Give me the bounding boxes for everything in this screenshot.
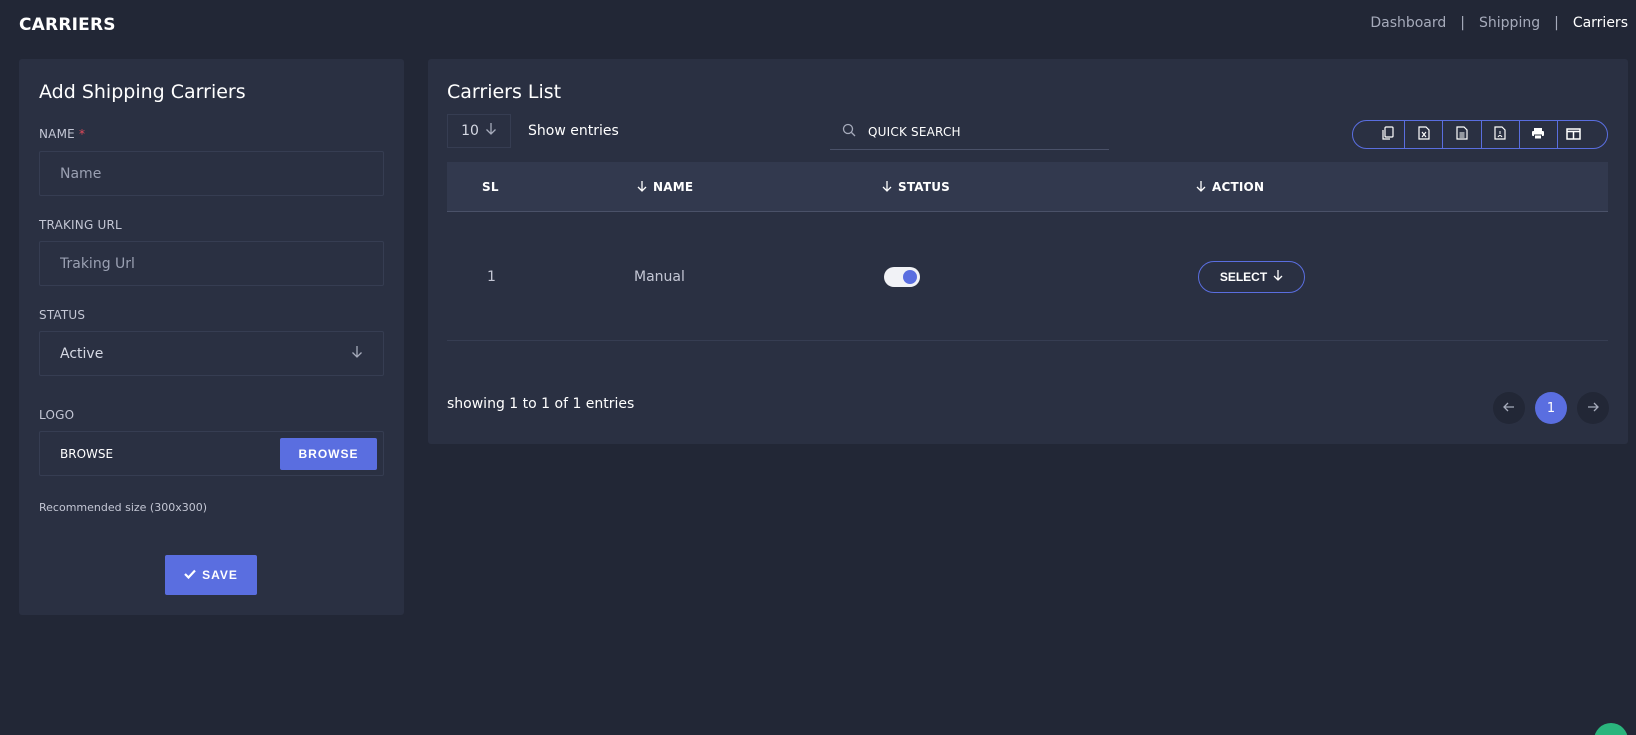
excel-icon <box>1418 125 1430 144</box>
logo-label: LOGO <box>39 408 75 422</box>
toggle-knob <box>903 269 917 284</box>
next-page-button[interactable] <box>1577 392 1609 424</box>
table-header: SL NAME STATUS ACTION <box>447 162 1608 212</box>
form-title: Add Shipping Carriers <box>39 81 246 103</box>
sort-arrow-icon <box>637 180 647 195</box>
pdf-button[interactable] <box>1482 121 1520 148</box>
logo-size-hint: Recommended size (300x300) <box>39 501 208 514</box>
column-action-label: ACTION <box>1212 180 1265 194</box>
prev-page-button[interactable] <box>1493 392 1525 424</box>
cell-name: Manual <box>634 268 685 285</box>
status-select-value: Active <box>60 345 104 362</box>
arrow-right-icon <box>1587 401 1599 416</box>
csv-icon <box>1456 125 1468 144</box>
breadcrumb-separator: | <box>1554 15 1559 31</box>
columns-icon <box>1566 125 1581 144</box>
pdf-icon <box>1494 125 1506 144</box>
quick-search[interactable]: QUICK SEARCH <box>830 114 1109 150</box>
column-name-label: NAME <box>653 180 694 194</box>
check-icon <box>184 568 196 582</box>
sort-arrow-icon <box>1196 180 1206 195</box>
list-title: Carriers List <box>447 81 562 103</box>
search-icon <box>842 122 856 141</box>
table-row: 1 Manual SELECT <box>447 212 1608 341</box>
url-label: TRAKING URL <box>39 218 122 232</box>
print-button[interactable] <box>1520 121 1559 148</box>
column-status-label: STATUS <box>898 180 951 194</box>
column-name[interactable]: NAME <box>637 162 693 212</box>
excel-button[interactable] <box>1405 121 1444 148</box>
chat-launcher-button[interactable] <box>1594 723 1628 735</box>
arrow-down-icon <box>485 122 497 140</box>
select-action-button[interactable]: SELECT <box>1198 260 1305 293</box>
sort-arrow-icon <box>882 180 892 195</box>
copy-button[interactable] <box>1353 121 1405 148</box>
name-field <box>39 151 384 196</box>
column-sl[interactable]: SL <box>482 162 499 212</box>
entries-info: showing 1 to 1 of 1 entries <box>447 396 635 412</box>
breadcrumb-dashboard[interactable]: Dashboard <box>1370 15 1446 31</box>
print-icon <box>1531 125 1545 144</box>
breadcrumb-separator: | <box>1460 15 1466 31</box>
add-carrier-card: Add Shipping Carriers NAME * TRAKING URL… <box>19 59 404 615</box>
arrow-down-icon <box>1273 269 1283 284</box>
arrow-down-icon <box>351 345 363 363</box>
entries-select[interactable]: 10 <box>447 114 511 148</box>
save-button[interactable]: SAVE <box>165 555 257 595</box>
status-toggle[interactable] <box>884 266 920 287</box>
cell-sl: 1 <box>487 268 496 285</box>
url-field <box>39 241 384 286</box>
tracking-url-input[interactable] <box>60 255 383 272</box>
search-input[interactable]: QUICK SEARCH <box>868 125 961 139</box>
column-action[interactable]: ACTION <box>1196 162 1264 212</box>
column-status[interactable]: STATUS <box>882 162 950 212</box>
csv-button[interactable] <box>1443 121 1482 148</box>
carriers-list-card: Carriers List 10 Show entries QUICK SEAR… <box>428 59 1628 444</box>
breadcrumb-shipping[interactable]: Shipping <box>1479 15 1540 31</box>
logo-upload-field: BROWSE BROWSE <box>39 431 384 476</box>
entries-label: Show entries <box>528 123 619 139</box>
export-toolbar <box>1352 120 1608 149</box>
name-label: NAME * <box>39 127 85 141</box>
columns-button[interactable] <box>1558 121 1607 148</box>
name-input[interactable] <box>60 165 383 182</box>
cell-status <box>884 212 920 341</box>
breadcrumb: Dashboard | Shipping | Carriers <box>1370 15 1628 31</box>
copy-icon <box>1382 125 1394 144</box>
cell-action: SELECT <box>1198 212 1305 341</box>
save-button-label: SAVE <box>202 568 238 582</box>
browse-button[interactable]: BROWSE <box>280 437 377 470</box>
page-title: CARRIERS <box>19 15 116 35</box>
required-mark: * <box>78 127 86 141</box>
entries-value: 10 <box>461 123 479 139</box>
select-action-label: SELECT <box>1219 269 1268 284</box>
name-label-text: NAME <box>39 127 75 141</box>
status-label: STATUS <box>39 308 86 322</box>
logo-file-text: BROWSE <box>60 446 114 461</box>
arrow-left-icon <box>1503 401 1515 416</box>
pagination: 1 <box>1493 392 1609 424</box>
status-select[interactable]: Active <box>39 331 384 376</box>
breadcrumb-carriers: Carriers <box>1572 15 1628 31</box>
page-button-1[interactable]: 1 <box>1535 392 1567 424</box>
